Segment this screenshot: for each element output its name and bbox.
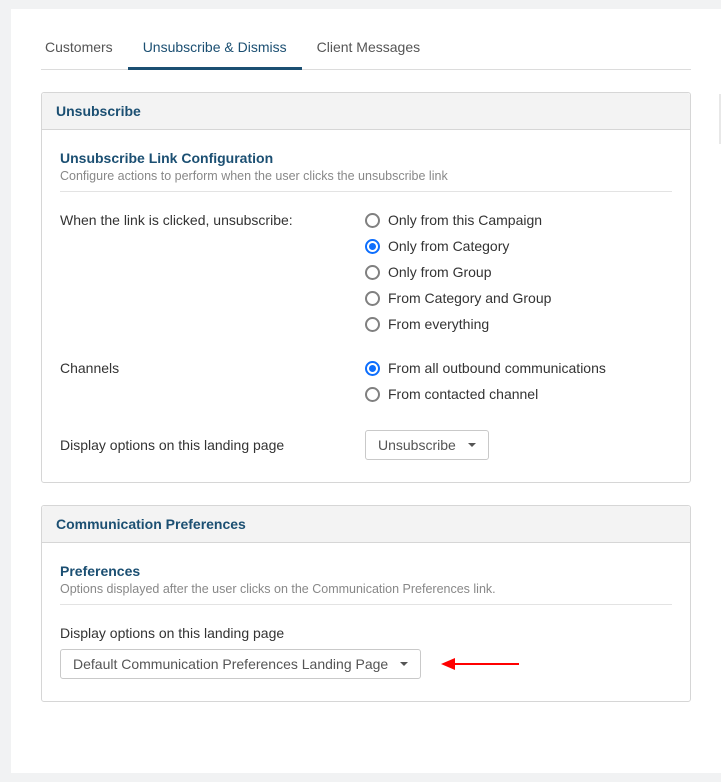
radio-item-group[interactable]: Only from Group: [365, 264, 551, 280]
radio-icon: [365, 361, 380, 376]
tab-customers[interactable]: Customers: [41, 29, 128, 70]
radio-item-contacted-channel[interactable]: From contacted channel: [365, 386, 606, 402]
tabs-bar: Customers Unsubscribe & Dismiss Client M…: [41, 29, 691, 70]
radio-icon: [365, 387, 380, 402]
radio-icon: [365, 317, 380, 332]
tab-unsubscribe-dismiss[interactable]: Unsubscribe & Dismiss: [128, 29, 302, 70]
panel-header-comm-prefs: Communication Preferences: [42, 506, 690, 543]
arrow-left-icon: [441, 656, 519, 672]
radio-label: Only from Category: [388, 238, 509, 254]
row-when-clicked: When the link is clicked, unsubscribe: O…: [60, 212, 672, 332]
section-subtitle-preferences: Options displayed after the user clicks …: [60, 582, 672, 596]
label-when-clicked: When the link is clicked, unsubscribe:: [60, 212, 365, 228]
row-channels: Channels From all outbound communication…: [60, 360, 672, 402]
annotation-arrow: [441, 656, 519, 672]
label-channels: Channels: [60, 360, 365, 376]
radio-label: From all outbound communications: [388, 360, 606, 376]
dropdown-comm-prefs-display[interactable]: Default Communication Preferences Landin…: [60, 649, 421, 679]
radio-icon: [365, 265, 380, 280]
radio-icon: [365, 213, 380, 228]
label-display-options-comm: Display options on this landing page: [60, 625, 672, 641]
unsubscribe-panel: Unsubscribe Unsubscribe Link Configurati…: [41, 92, 691, 483]
tab-client-messages[interactable]: Client Messages: [302, 29, 436, 70]
section-title-preferences: Preferences: [60, 563, 672, 579]
radio-icon: [365, 239, 380, 254]
caret-down-icon: [468, 443, 476, 447]
divider: [60, 604, 672, 605]
radio-label: From contacted channel: [388, 386, 538, 402]
section-subtitle-link-config: Configure actions to perform when the us…: [60, 169, 672, 183]
radio-group-channels: From all outbound communications From co…: [365, 360, 606, 402]
radio-label: From everything: [388, 316, 489, 332]
radio-item-category-group[interactable]: From Category and Group: [365, 290, 551, 306]
settings-frame: Customers Unsubscribe & Dismiss Client M…: [11, 9, 721, 773]
radio-group-scope: Only from this Campaign Only from Catego…: [365, 212, 551, 332]
panel-body-comm-prefs: Preferences Options displayed after the …: [42, 543, 690, 701]
section-title-link-config: Unsubscribe Link Configuration: [60, 150, 672, 166]
radio-item-everything[interactable]: From everything: [365, 316, 551, 332]
row-display-options-comm: Default Communication Preferences Landin…: [60, 649, 672, 679]
radio-item-campaign[interactable]: Only from this Campaign: [365, 212, 551, 228]
row-display-options-unsub: Display options on this landing page Uns…: [60, 430, 672, 460]
dropdown-value: Unsubscribe: [378, 437, 456, 453]
radio-icon: [365, 291, 380, 306]
dropdown-value: Default Communication Preferences Landin…: [73, 656, 388, 672]
communication-preferences-panel: Communication Preferences Preferences Op…: [41, 505, 691, 702]
divider: [60, 191, 672, 192]
radio-item-category[interactable]: Only from Category: [365, 238, 551, 254]
radio-label: Only from Group: [388, 264, 491, 280]
radio-label: From Category and Group: [388, 290, 551, 306]
radio-item-all-outbound[interactable]: From all outbound communications: [365, 360, 606, 376]
panel-header-unsubscribe: Unsubscribe: [42, 93, 690, 130]
caret-down-icon: [400, 662, 408, 666]
dropdown-unsubscribe-display[interactable]: Unsubscribe: [365, 430, 489, 460]
label-display-options: Display options on this landing page: [60, 437, 365, 453]
radio-label: Only from this Campaign: [388, 212, 542, 228]
panel-body-unsubscribe: Unsubscribe Link Configuration Configure…: [42, 130, 690, 482]
